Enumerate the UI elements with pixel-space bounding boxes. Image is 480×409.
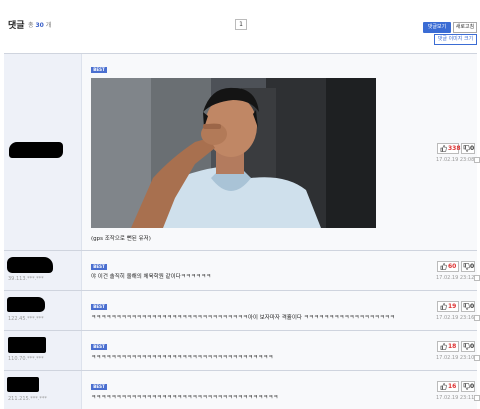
comment-author: 211.215.***.*** — [4, 371, 82, 409]
thumbs-down-icon — [463, 263, 470, 270]
report-icon[interactable] — [474, 315, 480, 321]
report-icon[interactable] — [474, 275, 480, 281]
comment-header: 댓글 총 30 개 1 댓글보기 새로고침 댓글 이미지 크기 — [0, 0, 480, 52]
redacted-nickname — [9, 142, 63, 158]
total-count: 30 — [35, 22, 44, 29]
comment-actions: 19 0 17.02.19 23:16 — [429, 291, 480, 330]
comment-image-size-button[interactable]: 댓글 이미지 크기 — [434, 34, 477, 45]
comment-ip: 122.45.***.*** — [8, 316, 44, 322]
total-prefix: 총 — [28, 22, 34, 29]
comment-title: 댓글 — [8, 21, 25, 31]
vote-group: 18 0 — [437, 341, 477, 352]
comment-date: 17.02.19 23:11 — [436, 395, 475, 401]
thumbs-up-icon — [440, 383, 447, 390]
comment-text: 야 이건 솔직히 올해의 체육학원 같이다ㅋㅋㅋㅋㅋㅋ — [91, 274, 212, 280]
thumbs-down-icon — [463, 145, 470, 152]
comment-ip: 211.215.***.*** — [8, 396, 47, 402]
comment-author: 110.70.***.*** — [4, 331, 82, 370]
upvote-count: 338 — [448, 145, 461, 152]
redacted-nickname — [7, 257, 53, 273]
redacted-nickname — [8, 337, 46, 353]
crying-man-photo — [91, 78, 376, 228]
comment-text: (gps 조작으로 뻔된 유저) — [91, 236, 151, 242]
redacted-nickname — [7, 297, 45, 312]
upvote-button[interactable]: 19 — [437, 301, 459, 312]
comment-content: BEST (gps 조작으로 뻔된 유저) — [82, 54, 429, 250]
downvote-button[interactable]: 0 — [461, 301, 475, 312]
comment-ip: 110.70.***.*** — [8, 356, 44, 362]
vote-group: 16 0 — [437, 381, 477, 392]
page-button[interactable]: 1 — [235, 19, 247, 30]
upvote-button[interactable]: 338 — [437, 143, 461, 154]
redacted-nickname — [7, 377, 39, 392]
downvote-button[interactable]: 0 — [461, 341, 475, 352]
comment-image[interactable] — [91, 78, 376, 228]
upvote-button[interactable]: 60 — [437, 261, 459, 272]
comment-date: 17.02.19 23:12 — [436, 275, 475, 281]
thumbs-down-icon — [463, 303, 470, 310]
comment-content: BEST ㅋㅋㅋㅋㅋㅋㅋㅋㅋㅋㅋㅋㅋㅋㅋㅋㅋㅋㅋㅋㅋㅋㅋㅋㅋㅋㅋㅋㅋㅋㅋ아이 보… — [82, 291, 429, 330]
comment-ip: 39.113.***.*** — [8, 276, 44, 282]
comment-row: 39.113.***.*** BEST 야 이건 솔직히 올해의 체육학원 같이… — [4, 251, 480, 291]
comment-total: 총 30 개 — [28, 20, 51, 29]
best-badge: BEST — [91, 344, 107, 350]
comment-actions: 60 0 17.02.19 23:12 — [429, 251, 480, 290]
comment-actions: 16 0 17.02.19 23:11 — [429, 371, 480, 409]
comment-text: ㅋㅋㅋㅋㅋㅋㅋㅋㅋㅋㅋㅋㅋㅋㅋㅋㅋㅋㅋㅋㅋㅋㅋㅋㅋㅋㅋㅋㅋㅋㅋㅋㅋㅋㅋㅋㅋ — [91, 395, 279, 401]
upvote-count: 19 — [448, 303, 457, 310]
best-badge: BEST — [91, 384, 107, 390]
best-badge: BEST — [91, 264, 107, 270]
thumbs-up-icon — [440, 303, 447, 310]
downvote-button[interactable]: 0 — [461, 261, 475, 272]
downvote-button[interactable]: 0 — [461, 143, 475, 154]
comment-author — [4, 54, 82, 250]
report-icon[interactable] — [474, 355, 480, 361]
refresh-button[interactable]: 새로고침 — [453, 22, 477, 33]
comment-text: ㅋㅋㅋㅋㅋㅋㅋㅋㅋㅋㅋㅋㅋㅋㅋㅋㅋㅋㅋㅋㅋㅋㅋㅋㅋㅋㅋㅋㅋㅋㅋ아이 보자마자 격… — [91, 315, 395, 321]
downvote-count: 0 — [470, 145, 475, 152]
comment-row: 122.45.***.*** BEST ㅋㅋㅋㅋㅋㅋㅋㅋㅋㅋㅋㅋㅋㅋㅋㅋㅋㅋㅋㅋ… — [4, 291, 480, 331]
thumbs-down-icon — [463, 383, 470, 390]
total-suffix: 개 — [45, 22, 52, 29]
downvote-count: 0 — [470, 303, 475, 310]
comment-actions: 338 0 17.02.19 23:08 — [429, 54, 480, 250]
thumbs-up-icon — [440, 343, 447, 350]
comment-content: BEST ㅋㅋㅋㅋㅋㅋㅋㅋㅋㅋㅋㅋㅋㅋㅋㅋㅋㅋㅋㅋㅋㅋㅋㅋㅋㅋㅋㅋㅋㅋㅋㅋㅋㅋㅋ… — [82, 331, 429, 370]
comment-author: 122.45.***.*** — [4, 291, 82, 330]
comment-date: 17.02.19 23:08 — [436, 157, 475, 163]
comment-date: 17.02.19 23:16 — [436, 315, 475, 321]
comment-row: BEST (gps 조작으로 뻔된 유저) 338 0 17.02.19 23:… — [4, 54, 480, 251]
downvote-button[interactable]: 0 — [461, 381, 475, 392]
downvote-count: 0 — [470, 343, 475, 350]
downvote-count: 0 — [470, 263, 475, 270]
downvote-count: 0 — [470, 383, 475, 390]
comment-row: 110.70.***.*** BEST ㅋㅋㅋㅋㅋㅋㅋㅋㅋㅋㅋㅋㅋㅋㅋㅋㅋㅋㅋㅋ… — [4, 331, 480, 371]
view-comments-button[interactable]: 댓글보기 — [423, 22, 451, 33]
upvote-count: 60 — [448, 263, 457, 270]
comment-actions: 18 0 17.02.19 23:10 — [429, 331, 480, 370]
upvote-button[interactable]: 16 — [437, 381, 459, 392]
report-icon[interactable] — [474, 157, 480, 163]
comment-content: BEST ㅋㅋㅋㅋㅋㅋㅋㅋㅋㅋㅋㅋㅋㅋㅋㅋㅋㅋㅋㅋㅋㅋㅋㅋㅋㅋㅋㅋㅋㅋㅋㅋㅋㅋㅋ… — [82, 371, 429, 409]
comment-author: 39.113.***.*** — [4, 251, 82, 290]
report-icon[interactable] — [474, 395, 480, 401]
comment-row: 211.215.***.*** BEST ㅋㅋㅋㅋㅋㅋㅋㅋㅋㅋㅋㅋㅋㅋㅋㅋㅋㅋㅋ… — [4, 371, 480, 409]
upvote-button[interactable]: 18 — [437, 341, 459, 352]
vote-group: 19 0 — [437, 301, 477, 312]
vote-group: 338 0 — [437, 143, 477, 154]
upvote-count: 16 — [448, 383, 457, 390]
best-badge: BEST — [91, 304, 107, 310]
upvote-count: 18 — [448, 343, 457, 350]
comment-list: BEST (gps 조작으로 뻔된 유저) 338 0 17.02.19 23:… — [4, 53, 480, 409]
best-badge: BEST — [91, 67, 107, 73]
thumbs-down-icon — [463, 343, 470, 350]
vote-group: 60 0 — [437, 261, 477, 272]
comment-content: BEST 야 이건 솔직히 올해의 체육학원 같이다ㅋㅋㅋㅋㅋㅋ — [82, 251, 429, 290]
comment-text: ㅋㅋㅋㅋㅋㅋㅋㅋㅋㅋㅋㅋㅋㅋㅋㅋㅋㅋㅋㅋㅋㅋㅋㅋㅋㅋㅋㅋㅋㅋㅋㅋㅋㅋㅋㅋ — [91, 355, 274, 361]
thumbs-up-icon — [440, 263, 447, 270]
thumbs-up-icon — [440, 145, 447, 152]
comment-date: 17.02.19 23:10 — [436, 355, 475, 361]
